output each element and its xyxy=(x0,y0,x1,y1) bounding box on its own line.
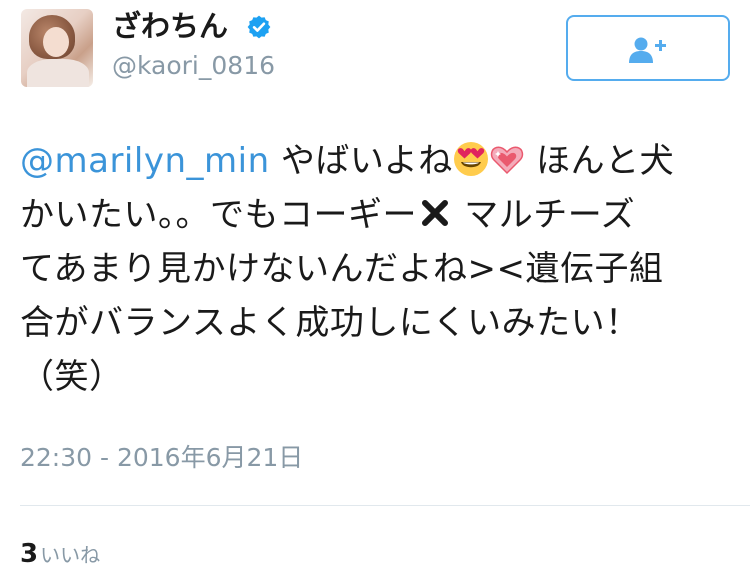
mention-link[interactable]: @marilyn_min xyxy=(20,141,270,181)
tweet-line-2: かいたい。。でもコーギー マルチーズ xyxy=(20,188,732,242)
tweet-text-segment: やばいよね xyxy=(269,141,453,181)
verified-badge-icon xyxy=(247,15,271,39)
display-name[interactable]: ざわちん xyxy=(112,8,228,44)
tweet-text-segment: かいたい。。でもコーギー xyxy=(20,195,417,235)
like-count: 3 xyxy=(20,539,39,569)
heart-eyes-emoji-icon xyxy=(453,142,488,176)
tweet-detail: ざわちん @kaori_0816 @marilyn_min やばいよね ほんと犬… xyxy=(0,0,750,583)
divider xyxy=(20,505,750,506)
follow-button[interactable] xyxy=(566,15,730,81)
like-label: いいね xyxy=(40,543,101,567)
likes-stat[interactable]: 3 いいね xyxy=(20,538,100,573)
tweet-line-1: @marilyn_min やばいよね ほんと犬 xyxy=(20,134,732,188)
add-user-icon xyxy=(629,37,666,63)
user-handle[interactable]: @kaori_0816 xyxy=(112,51,275,81)
tweet-timestamp[interactable]: 22:30 - 2016年6月21日 xyxy=(20,442,303,474)
tweet-line-4: 合がバランスよく成功しにくいみたい！ xyxy=(20,303,640,343)
tweet-line-5: （笑） xyxy=(20,357,124,397)
avatar-shoulder xyxy=(27,59,89,87)
tweet-line-3: てあまり見かけないんだよね><遺伝子組 xyxy=(20,249,664,289)
heavy-multiplication-x-emoji-icon xyxy=(422,200,448,226)
tweet-text-segment: マルチーズ xyxy=(453,195,636,235)
sparkling-heart-emoji-icon xyxy=(490,146,523,175)
avatar[interactable] xyxy=(21,9,93,87)
tweet-text-segment: ほんと犬 xyxy=(524,141,675,181)
tweet-text: @marilyn_min やばいよね ほんと犬 かいたい。。でもコーギー マルチ… xyxy=(20,134,732,404)
avatar-face xyxy=(43,27,69,57)
